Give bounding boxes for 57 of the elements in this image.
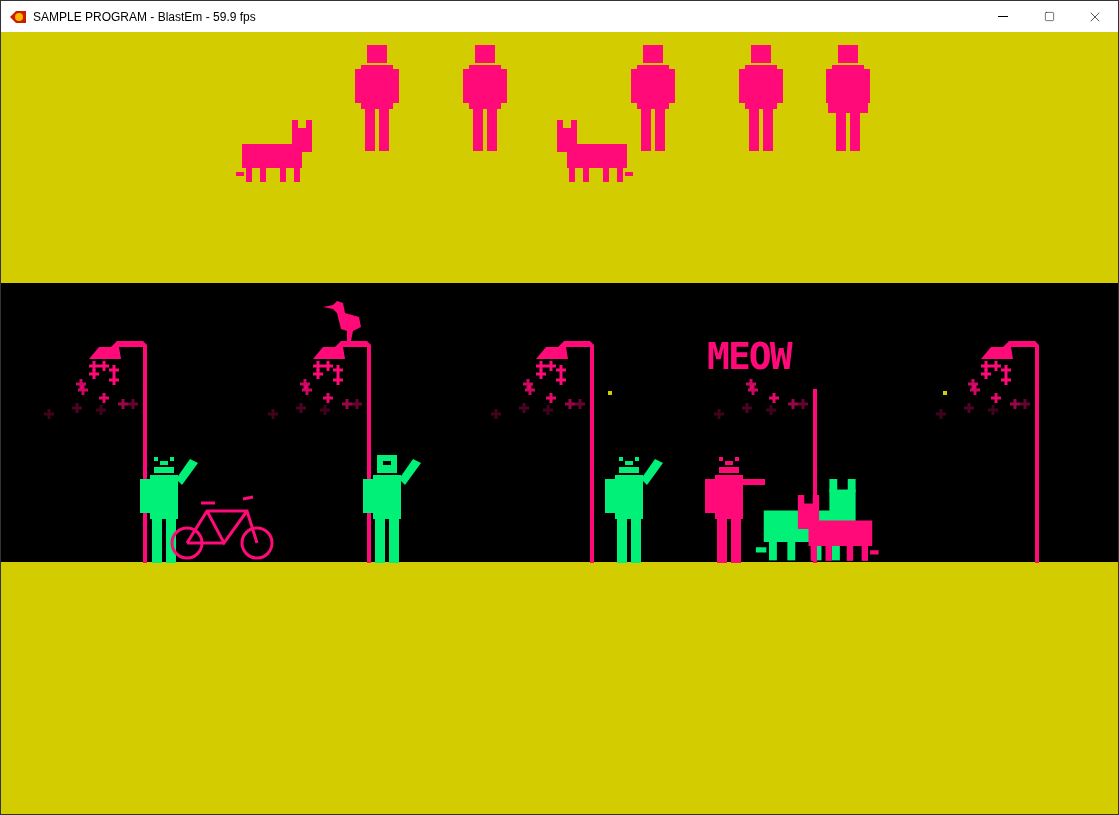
rain-drop <box>109 375 119 385</box>
rain-drop <box>302 385 312 395</box>
rain-drop <box>333 375 343 385</box>
window-title: SAMPLE PROGRAM - BlastEm - 59.9 fps <box>33 8 256 26</box>
rain-drop <box>575 399 585 409</box>
meow-sign: MEOW <box>707 337 791 375</box>
rain-drop <box>742 403 752 413</box>
rain-drop <box>352 399 362 409</box>
rain-drop <box>970 385 980 395</box>
rain-drop <box>44 409 54 419</box>
rain-drop <box>1001 365 1011 375</box>
rain-drop <box>556 365 566 375</box>
rain-drop <box>128 399 138 409</box>
rain-drop <box>313 369 323 379</box>
rain-drop <box>323 361 333 371</box>
rain-drop <box>525 385 535 395</box>
rain-drop <box>988 405 998 415</box>
rain-drop <box>89 369 99 379</box>
rain-drop <box>96 405 106 415</box>
rain-drop <box>981 369 991 379</box>
rain-drop <box>991 361 1001 371</box>
rain-drop <box>788 399 798 409</box>
rain-drop <box>1010 399 1020 409</box>
rain-drop <box>72 403 82 413</box>
rain-drop <box>769 393 779 403</box>
rain-drop <box>936 409 946 419</box>
rain-drop <box>99 361 109 371</box>
rain-drop <box>543 405 553 415</box>
rain-drop <box>342 399 352 409</box>
minimize-icon <box>998 16 1008 17</box>
rain-drop <box>268 409 278 419</box>
rain-drop <box>546 361 556 371</box>
rain-drop <box>320 405 330 415</box>
rain-drop <box>323 393 333 403</box>
rain-drop <box>766 405 776 415</box>
maximize-icon <box>1043 11 1055 22</box>
rain-drop <box>519 403 529 413</box>
rain-drop <box>991 393 1001 403</box>
rain-drop <box>99 393 109 403</box>
bird-sprite <box>323 301 363 341</box>
rain-drop <box>491 409 501 419</box>
rain-drop <box>118 399 128 409</box>
rain-drop <box>565 399 575 409</box>
rain-drop <box>714 409 724 419</box>
rain-drop <box>798 399 808 409</box>
rain-drop <box>556 375 566 385</box>
rain-drop <box>78 385 88 395</box>
rain-drop <box>748 385 758 395</box>
rain-drop <box>333 365 343 375</box>
app-icon <box>9 9 27 24</box>
rain-drop <box>109 365 119 375</box>
rain-drop <box>1020 399 1030 409</box>
rain-drop <box>536 369 546 379</box>
rain-drop <box>296 403 306 413</box>
rain-drop <box>1001 375 1011 385</box>
rain-drop <box>964 403 974 413</box>
rain-drop <box>546 393 556 403</box>
